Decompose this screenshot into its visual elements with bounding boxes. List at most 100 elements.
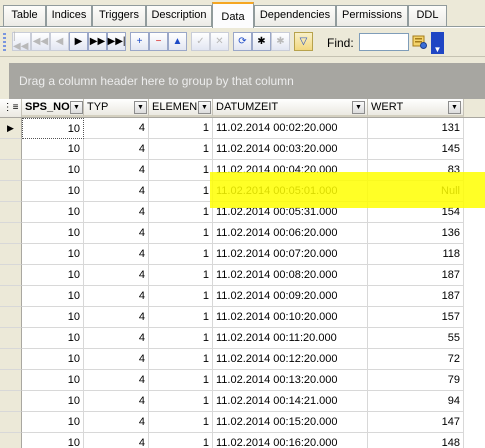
row-indicator[interactable] [0,286,22,307]
cell-wert[interactable]: 187 [368,286,464,307]
cell-element[interactable]: 1 [149,244,213,265]
tab-permissions[interactable]: Permissions [336,5,408,26]
cell-typ[interactable]: 4 [84,307,149,328]
toolbar-options-dropdown[interactable]: ▼ [431,32,444,54]
cell-wert[interactable]: 148 [368,433,464,448]
table-row[interactable]: 10 4 1 11.02.2014 00:04:20.000 83 [0,160,485,181]
cell-datumzeit[interactable]: 11.02.2014 00:04:20.000 [213,160,368,181]
group-by-hint[interactable]: Drag a column header here to group by th… [9,63,485,99]
cell-sps-no[interactable]: 10 [22,433,84,448]
tab-triggers[interactable]: Triggers [92,5,146,26]
cell-wert[interactable]: 72 [368,349,464,370]
cell-typ[interactable]: 4 [84,370,149,391]
filter-dropdown-icon[interactable]: ▼ [70,101,83,114]
table-row[interactable]: 10 4 1 11.02.2014 00:10:20.000 157 [0,307,485,328]
table-row[interactable]: 10 4 1 11.02.2014 00:15:20.000 147 [0,412,485,433]
cell-wert[interactable]: Null [368,181,464,202]
cell-datumzeit[interactable]: 11.02.2014 00:16:20.000 [213,433,368,448]
cell-element[interactable]: 1 [149,181,213,202]
cell-sps-no[interactable]: 10 [22,328,84,349]
cell-typ[interactable]: 4 [84,223,149,244]
cell-typ[interactable]: 4 [84,118,149,139]
find-options-icon[interactable] [410,32,430,52]
cell-typ[interactable]: 4 [84,349,149,370]
next-record-button[interactable]: ▶ [69,32,88,51]
toolbar-grip[interactable] [3,33,6,52]
cell-element[interactable]: 1 [149,433,213,448]
current-row-indicator-icon[interactable]: ▶ [0,118,22,139]
last-record-button[interactable]: ▶▶| [107,32,126,51]
cell-element[interactable]: 1 [149,118,213,139]
cell-element[interactable]: 1 [149,139,213,160]
cell-sps-no[interactable]: 10 [22,349,84,370]
table-row[interactable]: 10 4 1 11.02.2014 00:12:20.000 72 [0,349,485,370]
row-indicator[interactable] [0,181,22,202]
table-row[interactable]: 10 4 1 11.02.2014 00:13:20.000 79 [0,370,485,391]
cell-datumzeit[interactable]: 11.02.2014 00:05:31.000 [213,202,368,223]
filter-dropdown-icon[interactable]: ▼ [134,101,147,114]
row-indicator[interactable] [0,223,22,244]
cell-typ[interactable]: 4 [84,181,149,202]
cell-element[interactable]: 1 [149,349,213,370]
tab-ddl[interactable]: DDL [408,5,447,26]
table-row[interactable]: 10 4 1 11.02.2014 00:07:20.000 118 [0,244,485,265]
cell-wert[interactable]: 145 [368,139,464,160]
cell-sps-no[interactable]: 10 [22,223,84,244]
row-indicator[interactable] [0,244,22,265]
cell-datumzeit[interactable]: 11.02.2014 00:03:20.000 [213,139,368,160]
row-indicator[interactable] [0,202,22,223]
tab-dependencies[interactable]: Dependencies [254,5,336,26]
cell-sps-no[interactable]: 10 [22,370,84,391]
filter-dropdown-icon[interactable]: ▼ [448,101,461,114]
find-input[interactable] [359,33,409,51]
cell-wert[interactable]: 83 [368,160,464,181]
first-record-button[interactable]: |◀◀ [12,31,31,51]
cell-sps-no[interactable]: 10 [22,307,84,328]
column-header-datumzeit[interactable]: DATUMZEIT [213,99,368,117]
cell-typ[interactable]: 4 [84,139,149,160]
cell-sps-no[interactable]: 10 [22,181,84,202]
cell-typ[interactable]: 4 [84,391,149,412]
cell-datumzeit[interactable]: 11.02.2014 00:13:20.000 [213,370,368,391]
cell-element[interactable]: 1 [149,286,213,307]
tab-indices[interactable]: Indices [46,5,92,26]
cell-wert[interactable]: 157 [368,307,464,328]
insert-record-button[interactable]: + [130,32,149,51]
cell-datumzeit[interactable]: 11.02.2014 00:10:20.000 [213,307,368,328]
cell-wert[interactable]: 154 [368,202,464,223]
cell-typ[interactable]: 4 [84,265,149,286]
cell-typ[interactable]: 4 [84,202,149,223]
cell-wert[interactable]: 79 [368,370,464,391]
cell-datumzeit[interactable]: 11.02.2014 00:08:20.000 [213,265,368,286]
table-row[interactable]: 10 4 1 11.02.2014 00:05:31.000 154 [0,202,485,223]
cell-sps-no[interactable]: 10 [22,202,84,223]
table-row[interactable]: 10 4 1 11.02.2014 00:11:20.000 55 [0,328,485,349]
cell-typ[interactable]: 4 [84,160,149,181]
cell-element[interactable]: 1 [149,391,213,412]
cell-typ[interactable]: 4 [84,244,149,265]
post-edit-button[interactable]: ✓ [191,32,210,51]
cell-sps-no[interactable]: 10 [22,412,84,433]
table-row[interactable]: 10 4 1 11.02.2014 00:05:01.000 Null [0,181,485,202]
row-indicator[interactable] [0,433,22,448]
cell-datumzeit[interactable]: 11.02.2014 00:06:20.000 [213,223,368,244]
cell-sps-no[interactable]: 10 [22,391,84,412]
cell-datumzeit[interactable]: 11.02.2014 00:14:21.000 [213,391,368,412]
cell-element[interactable]: 1 [149,412,213,433]
cell-datumzeit[interactable]: 11.02.2014 00:15:20.000 [213,412,368,433]
cell-typ[interactable]: 4 [84,286,149,307]
cell-wert[interactable]: 136 [368,223,464,244]
cell-datumzeit[interactable]: 11.02.2014 00:09:20.000 [213,286,368,307]
cell-element[interactable]: 1 [149,265,213,286]
cell-element[interactable]: 1 [149,370,213,391]
row-indicator[interactable] [0,412,22,433]
filter-dropdown-icon[interactable]: ▼ [352,101,365,114]
cell-wert[interactable]: 147 [368,412,464,433]
table-row[interactable]: 10 4 1 11.02.2014 00:14:21.000 94 [0,391,485,412]
row-indicator[interactable] [0,349,22,370]
cell-element[interactable]: 1 [149,307,213,328]
goto-bookmark-button[interactable]: ✱ [271,32,290,51]
cell-sps-no[interactable]: 10 [22,286,84,307]
row-indicator[interactable] [0,391,22,412]
cell-wert[interactable]: 94 [368,391,464,412]
